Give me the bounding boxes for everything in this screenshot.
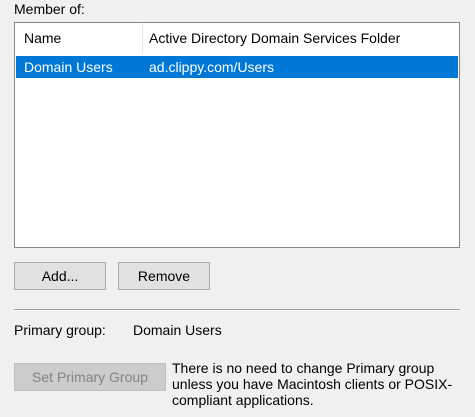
member-of-tab: Member of: Name Active Directory Domain …: [0, 0, 475, 417]
section-divider: [14, 309, 460, 311]
column-header-folder[interactable]: Active Directory Domain Services Folder: [143, 23, 459, 53]
set-primary-group-button: Set Primary Group: [14, 363, 166, 391]
primary-group-info-text: There is no need to change Primary group…: [172, 360, 453, 408]
remove-button[interactable]: Remove: [118, 262, 210, 290]
member-of-list[interactable]: Name Active Directory Domain Services Fo…: [14, 22, 460, 248]
list-item-folder: ad.clippy.com/Users: [149, 59, 275, 75]
member-of-label: Member of:: [14, 1, 85, 17]
column-header-name[interactable]: Name: [15, 23, 143, 53]
primary-group-value: Domain Users: [133, 322, 222, 338]
add-button[interactable]: Add...: [14, 262, 106, 290]
list-item-name: Domain Users: [24, 59, 113, 75]
list-item[interactable]: Domain Users ad.clippy.com/Users: [16, 56, 458, 78]
primary-group-label: Primary group:: [14, 322, 106, 338]
list-header: Name Active Directory Domain Services Fo…: [15, 23, 459, 53]
